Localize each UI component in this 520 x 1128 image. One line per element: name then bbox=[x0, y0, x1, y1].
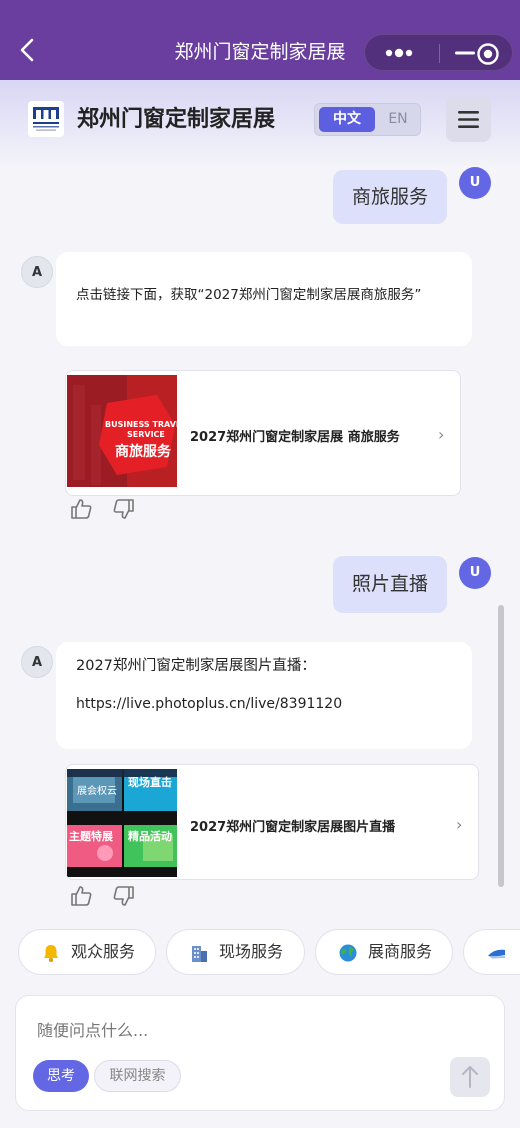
chip-label: 观众服务 bbox=[71, 942, 136, 961]
chip-exhibitor-service[interactable]: 展商服务 bbox=[315, 929, 453, 975]
hamburger-icon bbox=[458, 111, 479, 128]
chevron-right-icon: › bbox=[456, 815, 463, 834]
menu-button[interactable] bbox=[446, 97, 491, 142]
send-button[interactable] bbox=[450, 1057, 490, 1097]
user-message: 照片直播 bbox=[333, 556, 447, 613]
user-avatar: U bbox=[459, 167, 491, 199]
train-icon bbox=[488, 949, 505, 959]
chip-more[interactable] bbox=[463, 929, 520, 975]
chip-label: 展商服务 bbox=[368, 942, 433, 961]
tile-label-3: 主题特展 bbox=[69, 830, 113, 843]
thumbs-down-icon[interactable] bbox=[113, 885, 135, 911]
expo-logo bbox=[28, 101, 64, 137]
link-card-photo-live[interactable]: 展会权云 现场直击 主题特展 精品活动 2027郑州门窗定制家居展图片直播 › bbox=[65, 764, 479, 880]
assistant-avatar: A bbox=[21, 256, 53, 288]
user-message: 商旅服务 bbox=[333, 170, 447, 224]
thumb-text-line1: BUSINESS TRAVE bbox=[105, 420, 177, 429]
web-search-toggle-button[interactable]: 联网搜索 bbox=[94, 1060, 181, 1092]
thumbs-down-icon[interactable] bbox=[113, 498, 135, 524]
capsule-divider bbox=[439, 44, 440, 63]
tile-label-4: 精品活动 bbox=[128, 830, 172, 843]
assistant-message-line1: 2027郑州门窗定制家居展图片直播： bbox=[76, 658, 316, 674]
topbar-title: 郑州门窗定制家居展 bbox=[174, 41, 346, 63]
feedback-row bbox=[70, 885, 151, 909]
chip-label: 现场服务 bbox=[219, 942, 284, 961]
assistant-avatar: A bbox=[21, 646, 53, 678]
assistant-message-text: 点击链接下面，获取“2027郑州门窗定制家居展商旅服务” bbox=[76, 287, 422, 303]
user-avatar: U bbox=[459, 557, 491, 589]
chevron-right-icon: › bbox=[438, 425, 445, 444]
mini-program-topbar: 郑州门窗定制家居展 bbox=[0, 0, 520, 80]
link-card-title: 2027郑州门窗定制家居展 商旅服务 bbox=[190, 430, 400, 445]
tile-label-1: 展会权云 bbox=[77, 786, 117, 797]
thumbs-up-icon[interactable] bbox=[70, 885, 92, 911]
feedback-row bbox=[70, 498, 151, 522]
language-switch[interactable]: 中文 EN bbox=[314, 103, 421, 136]
lang-en-option[interactable]: EN bbox=[379, 107, 417, 132]
app-header: 郑州门窗定制家居展 中文 EN bbox=[0, 80, 520, 168]
photo-live-thumbnail: 展会权云 现场直击 主题特展 精品活动 bbox=[67, 769, 177, 877]
minimize-icon[interactable] bbox=[453, 46, 477, 60]
brand-title: 郑州门窗定制家居展 bbox=[77, 107, 276, 132]
chip-visitor-service[interactable]: 观众服务 bbox=[18, 929, 156, 975]
link-card-business-travel[interactable]: BUSINESS TRAVE SERVICE 商旅服务 2027郑州门窗定制家居… bbox=[65, 370, 461, 496]
arrow-up-icon bbox=[462, 1066, 478, 1088]
assistant-message: 点击链接下面，获取“2027郑州门窗定制家居展商旅服务” bbox=[56, 252, 472, 346]
building-icon bbox=[192, 946, 207, 962]
back-arrow-icon[interactable] bbox=[14, 34, 42, 66]
tile-label-2: 现场直击 bbox=[128, 776, 172, 789]
mini-program-capsule bbox=[364, 34, 513, 71]
photo-live-link[interactable]: https://live.photoplus.cn/live/8391120 bbox=[76, 694, 342, 714]
thumb-text-line3: 商旅服务 bbox=[115, 444, 171, 460]
close-target-icon[interactable] bbox=[475, 41, 501, 67]
chat-input-panel: 随便问点什么... 思考 联网搜索 bbox=[15, 995, 505, 1111]
link-card-title: 2027郑州门窗定制家居展图片直播 bbox=[190, 820, 396, 835]
chip-onsite-service[interactable]: 现场服务 bbox=[166, 929, 305, 975]
chat-input[interactable]: 随便问点什么... bbox=[37, 1017, 148, 1041]
chat-scrollbar[interactable] bbox=[498, 605, 504, 887]
business-travel-thumbnail: BUSINESS TRAVE SERVICE 商旅服务 bbox=[67, 375, 177, 487]
thumb-text-line2: SERVICE bbox=[127, 430, 165, 439]
thumbs-up-icon[interactable] bbox=[70, 498, 92, 524]
assistant-message: 2027郑州门窗定制家居展图片直播： https://live.photoplu… bbox=[56, 642, 472, 749]
more-dots-icon[interactable] bbox=[381, 46, 425, 60]
think-toggle-button[interactable]: 思考 bbox=[33, 1060, 89, 1092]
bell-icon bbox=[44, 945, 58, 962]
globe-icon bbox=[339, 944, 357, 962]
lang-zh-option[interactable]: 中文 bbox=[319, 107, 375, 132]
